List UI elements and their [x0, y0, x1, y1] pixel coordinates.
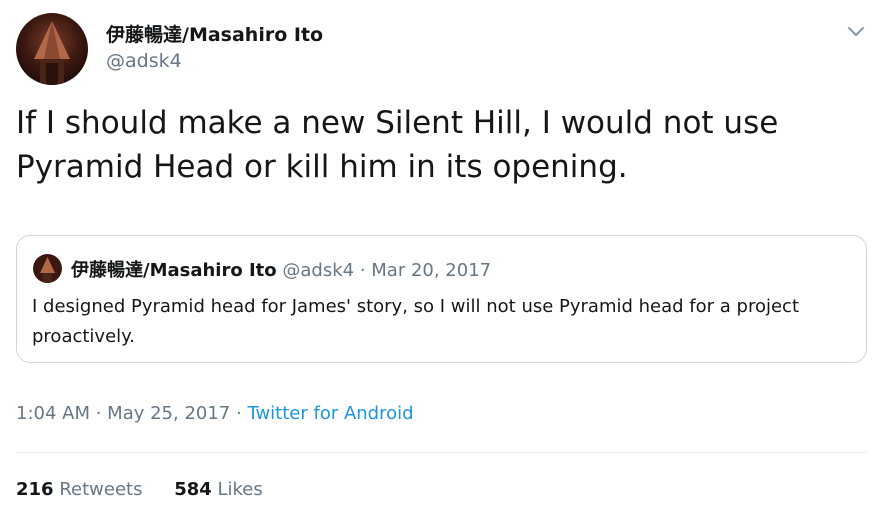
quoted-avatar: [33, 254, 62, 283]
quoted-header: 伊藤暢達/Masahiro Ito @adsk4 · Mar 20, 2017: [71, 256, 491, 282]
author-handle[interactable]: @adsk4: [106, 50, 182, 72]
quoted-separator: ·: [354, 260, 372, 281]
retweets-stat[interactable]: 216 Retweets: [16, 479, 142, 500]
avatar[interactable]: [16, 13, 88, 85]
meta-separator: ·: [230, 403, 248, 424]
quoted-handle: @adsk4: [282, 260, 355, 281]
likes-stat[interactable]: 584 Likes: [174, 479, 263, 500]
likes-label: Likes: [217, 479, 263, 500]
quoted-text: I designed Pyramid head for James' story…: [32, 296, 800, 347]
retweets-count: 216: [16, 479, 54, 500]
quoted-date: Mar 20, 2017: [371, 260, 492, 281]
tweet: 伊藤暢達/Masahiro Ito @adsk4 If I should mak…: [0, 0, 889, 520]
chevron-down-icon[interactable]: [842, 20, 870, 44]
tweet-time[interactable]: 1:04 AM: [16, 403, 90, 424]
tweet-text: If I should make a new Silent Hill, I wo…: [16, 105, 779, 185]
quoted-tweet-card[interactable]: 伊藤暢達/Masahiro Ito @adsk4 · Mar 20, 2017 …: [16, 235, 867, 363]
quoted-display-name: 伊藤暢達/Masahiro Ito: [71, 260, 277, 281]
tweet-date[interactable]: May 25, 2017: [107, 403, 230, 424]
divider: [16, 452, 867, 453]
likes-count: 584: [174, 479, 212, 500]
retweets-label: Retweets: [59, 479, 143, 500]
stats-row: 216 Retweets 584 Likes: [16, 479, 289, 500]
source-link[interactable]: Twitter for Android: [247, 403, 413, 424]
author-display-name[interactable]: 伊藤暢達/Masahiro Ito: [106, 20, 323, 47]
meta-separator: ·: [90, 403, 108, 424]
timestamp-row: 1:04 AM · May 25, 2017 · Twitter for And…: [16, 403, 414, 424]
